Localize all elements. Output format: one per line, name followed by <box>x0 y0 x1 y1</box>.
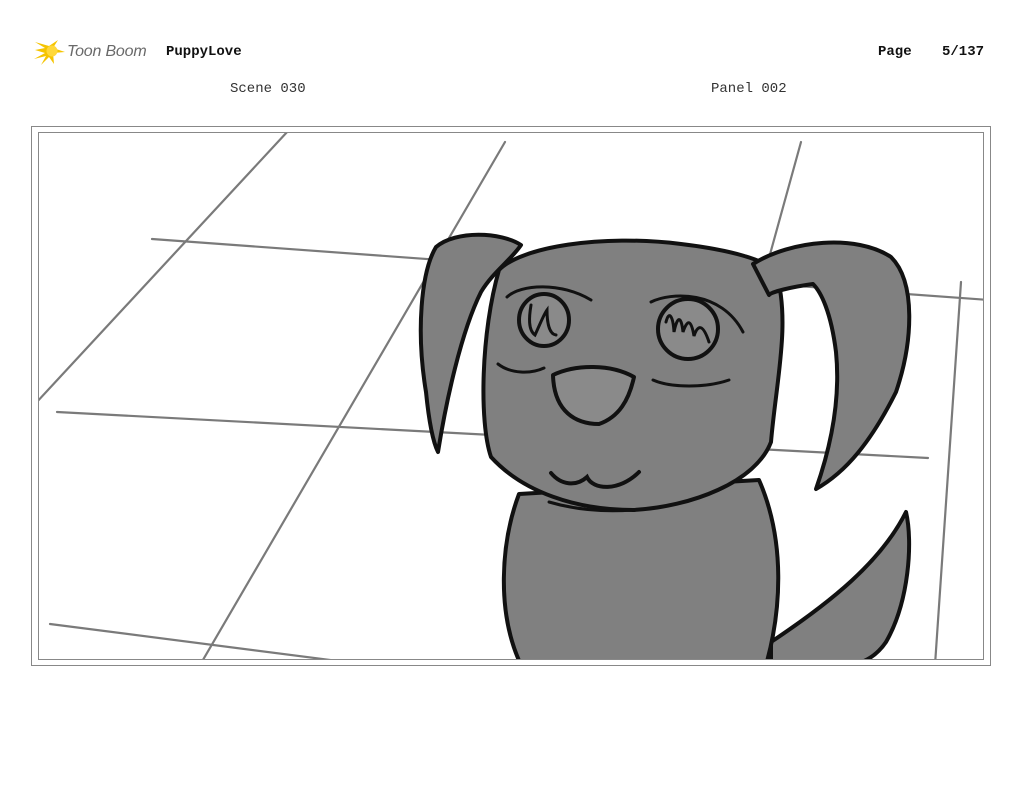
panel-number: Panel 002 <box>711 81 787 97</box>
toon-boom-star-icon <box>34 40 65 65</box>
storyboard-panel <box>31 126 991 666</box>
logo-text: Toon Boom <box>67 43 147 60</box>
panel-drawing-area <box>38 132 984 660</box>
scene-number: Scene 030 <box>230 81 306 97</box>
page-number: 5/137 <box>942 44 985 60</box>
puppy-sketch <box>39 133 983 659</box>
puppy-tail <box>769 510 912 659</box>
toon-boom-logo: Toon Boom <box>32 36 147 68</box>
project-title: PuppyLove <box>166 44 242 60</box>
storyboard-header: Toon Boom PuppyLove Page 5/137 Scene 030… <box>0 0 1024 110</box>
page-label: Page <box>878 44 912 60</box>
